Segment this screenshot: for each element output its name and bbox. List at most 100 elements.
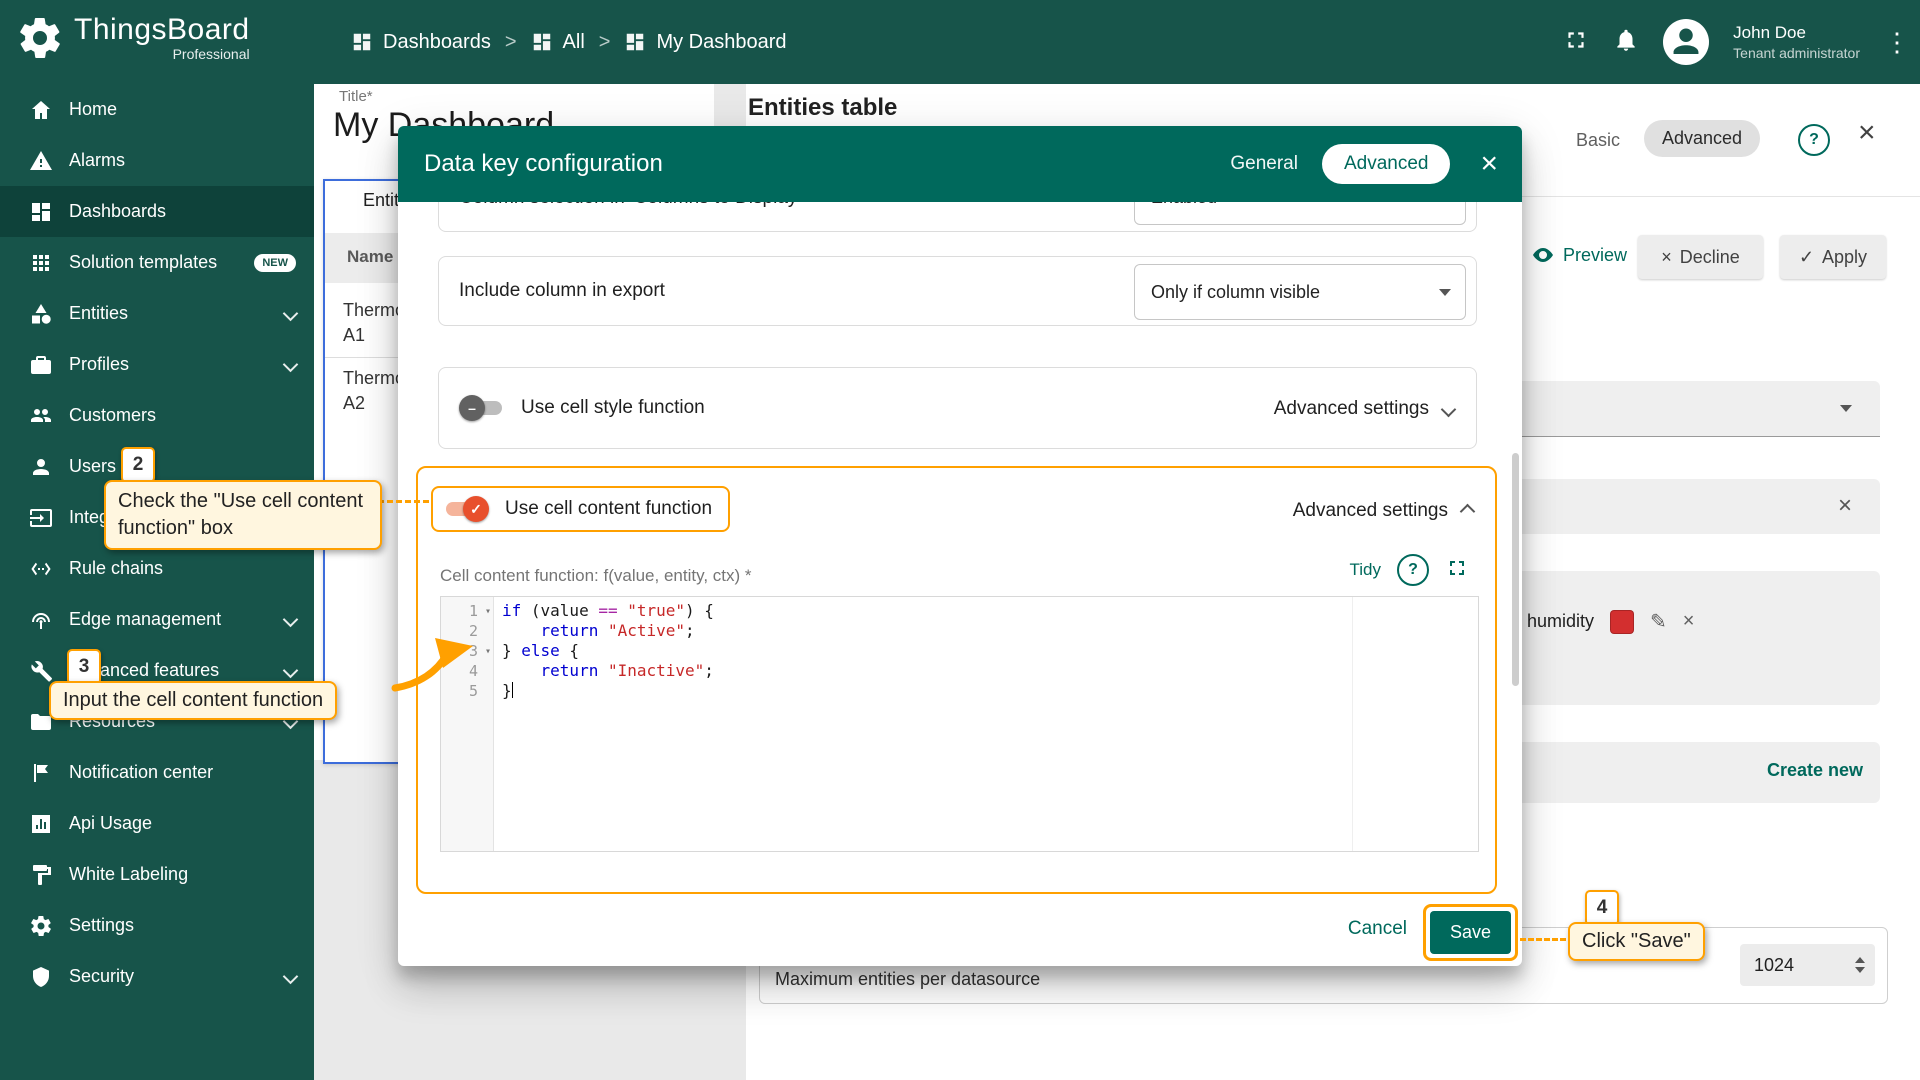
code-line: if (value == "true") { bbox=[502, 601, 1478, 621]
breadcrumb-separator: > bbox=[599, 31, 611, 54]
max-entities-input[interactable]: 1024 bbox=[1740, 944, 1875, 986]
sidebar-item-label: Api Usage bbox=[69, 813, 296, 834]
mode-basic-toggle[interactable]: Basic bbox=[1576, 130, 1620, 151]
breadcrumb-item-my-dashboard[interactable]: My Dashboard bbox=[624, 31, 786, 54]
cell-style-toggle[interactable]: – bbox=[459, 395, 505, 421]
toggle-off-icon: – bbox=[459, 395, 485, 421]
alarms-icon bbox=[29, 149, 53, 173]
dialog-scrollbar[interactable] bbox=[1512, 453, 1519, 686]
save-button[interactable]: Save bbox=[1430, 911, 1511, 954]
breadcrumb-separator: > bbox=[505, 31, 517, 54]
breadcrumb-item-all[interactable]: All bbox=[531, 31, 585, 54]
number-stepper[interactable] bbox=[1855, 957, 1865, 973]
app-logo[interactable]: ThingsBoard Professional bbox=[0, 0, 314, 70]
tidy-button[interactable]: Tidy bbox=[1350, 560, 1382, 580]
settings-icon bbox=[29, 914, 53, 938]
more-menu-icon[interactable]: ⋮ bbox=[1884, 27, 1898, 58]
stepper-down-icon[interactable] bbox=[1855, 967, 1865, 973]
fullscreen-icon[interactable] bbox=[1563, 27, 1589, 58]
sidebar-item-label: White Labeling bbox=[69, 864, 296, 885]
users-icon bbox=[29, 455, 53, 479]
sidebar-item-api-usage[interactable]: Api Usage bbox=[0, 798, 314, 849]
help-icon[interactable]: ? bbox=[1397, 554, 1429, 586]
close-icon[interactable]: × bbox=[1480, 149, 1498, 179]
sidebar-item-customers[interactable]: Customers bbox=[0, 390, 314, 441]
code-editor[interactable]: 1▾23▾45 if (value == "true") { return "A… bbox=[440, 596, 1479, 852]
entities-icon bbox=[29, 302, 53, 326]
close-icon[interactable]: × bbox=[1858, 116, 1876, 150]
sidebar-item-white-labeling[interactable]: White Labeling bbox=[0, 849, 314, 900]
sidebar-item-rule-chains[interactable]: Rule chains bbox=[0, 543, 314, 594]
sidebar-item-security[interactable]: Security bbox=[0, 951, 314, 1002]
step-2-tooltip: Check the "Use cell content function" bo… bbox=[104, 480, 382, 550]
cell-content-highlight: ✓ Use cell content function bbox=[431, 486, 730, 532]
breadcrumb-label: All bbox=[563, 31, 585, 54]
dashboard-icon bbox=[531, 31, 553, 53]
stepper-up-icon[interactable] bbox=[1855, 957, 1865, 963]
sidebar-item-label: Settings bbox=[69, 915, 296, 936]
include-export-value: Only if column visible bbox=[1151, 282, 1320, 303]
fold-caret-icon[interactable]: ▾ bbox=[485, 642, 491, 662]
user-avatar[interactable] bbox=[1663, 19, 1709, 65]
datakey-label: humidity bbox=[1527, 611, 1594, 632]
integrations-icon bbox=[29, 506, 53, 530]
column-selection-select[interactable]: Enabled bbox=[1134, 202, 1466, 225]
dialog-body: Column selection in 'Columns to Display'… bbox=[398, 202, 1522, 966]
chevron-up-icon bbox=[1460, 503, 1476, 519]
create-new-button[interactable]: Create new bbox=[1767, 760, 1863, 781]
profiles-icon bbox=[29, 353, 53, 377]
apply-button[interactable]: ✓ Apply bbox=[1780, 235, 1886, 279]
edit-pencil-icon[interactable]: ✎ bbox=[1650, 609, 1667, 634]
white-labeling-icon bbox=[29, 863, 53, 887]
sidebar-item-settings[interactable]: Settings bbox=[0, 900, 314, 951]
include-export-select[interactable]: Only if column visible bbox=[1134, 264, 1466, 320]
person-icon bbox=[1668, 24, 1704, 60]
decline-button[interactable]: × Decline bbox=[1638, 235, 1763, 279]
color-swatch[interactable] bbox=[1610, 610, 1634, 634]
sidebar-item-label: Users bbox=[69, 456, 296, 477]
cell-style-row: – Use cell style function Advanced setti… bbox=[438, 367, 1477, 449]
expand-fullscreen-icon[interactable] bbox=[1445, 556, 1469, 585]
chevron-down-icon bbox=[283, 612, 299, 628]
topbar-actions: John Doe Tenant administrator ⋮ bbox=[1563, 0, 1898, 84]
cell-content-toggle[interactable]: ✓ bbox=[443, 496, 489, 522]
sidebar-item-label: Alarms bbox=[69, 150, 296, 171]
step-2-connector bbox=[378, 500, 429, 503]
sidebar-item-edge-management[interactable]: Edge management bbox=[0, 594, 314, 645]
fold-caret-icon[interactable]: ▾ bbox=[485, 602, 491, 622]
toggle-check-icon: ✓ bbox=[463, 496, 489, 522]
sidebar-item-notification-center[interactable]: Notification center bbox=[0, 747, 314, 798]
breadcrumb-item-dashboards[interactable]: Dashboards bbox=[351, 31, 491, 54]
preview-button[interactable]: Preview bbox=[1531, 243, 1627, 267]
sidebar-item-solution-templates[interactable]: Solution templatesNEW bbox=[0, 237, 314, 288]
sidebar-item-label: Rule chains bbox=[69, 558, 296, 579]
sidebar-item-label: Solution templates bbox=[69, 252, 238, 273]
tab-general[interactable]: General bbox=[1230, 153, 1298, 175]
security-icon bbox=[29, 965, 53, 989]
help-icon[interactable]: ? bbox=[1798, 124, 1830, 156]
step-3-badge: 3 bbox=[67, 649, 101, 685]
decline-label: Decline bbox=[1680, 247, 1740, 268]
step-4-badge: 4 bbox=[1585, 890, 1619, 926]
clear-icon[interactable]: × bbox=[1838, 492, 1852, 520]
code-line: } else { bbox=[502, 641, 1478, 661]
sidebar-item-label: Entities bbox=[69, 303, 269, 324]
eye-icon bbox=[1531, 243, 1555, 267]
mode-advanced-toggle[interactable]: Advanced bbox=[1644, 120, 1760, 157]
sidebar-item-alarms[interactable]: Alarms bbox=[0, 135, 314, 186]
tab-advanced[interactable]: Advanced bbox=[1322, 144, 1451, 184]
sidebar-item-home[interactable]: Home bbox=[0, 84, 314, 135]
max-entities-label: Maximum entities per datasource bbox=[775, 969, 1040, 990]
step-3-tooltip: Input the cell content function bbox=[49, 681, 337, 720]
preview-label: Preview bbox=[1563, 245, 1627, 266]
sidebar-item-entities[interactable]: Entities bbox=[0, 288, 314, 339]
remove-icon[interactable]: × bbox=[1683, 610, 1695, 633]
dialog-title: Data key configuration bbox=[424, 150, 1230, 178]
sidebar-item-profiles[interactable]: Profiles bbox=[0, 339, 314, 390]
sidebar-item-dashboards[interactable]: Dashboards bbox=[0, 186, 314, 237]
cell-content-advanced-settings[interactable]: Advanced settings bbox=[1293, 500, 1473, 522]
cancel-button[interactable]: Cancel bbox=[1344, 912, 1411, 946]
cell-style-advanced-settings[interactable]: Advanced settings bbox=[1274, 398, 1454, 420]
notifications-bell-icon[interactable] bbox=[1613, 27, 1639, 58]
user-role: Tenant administrator bbox=[1733, 44, 1860, 62]
